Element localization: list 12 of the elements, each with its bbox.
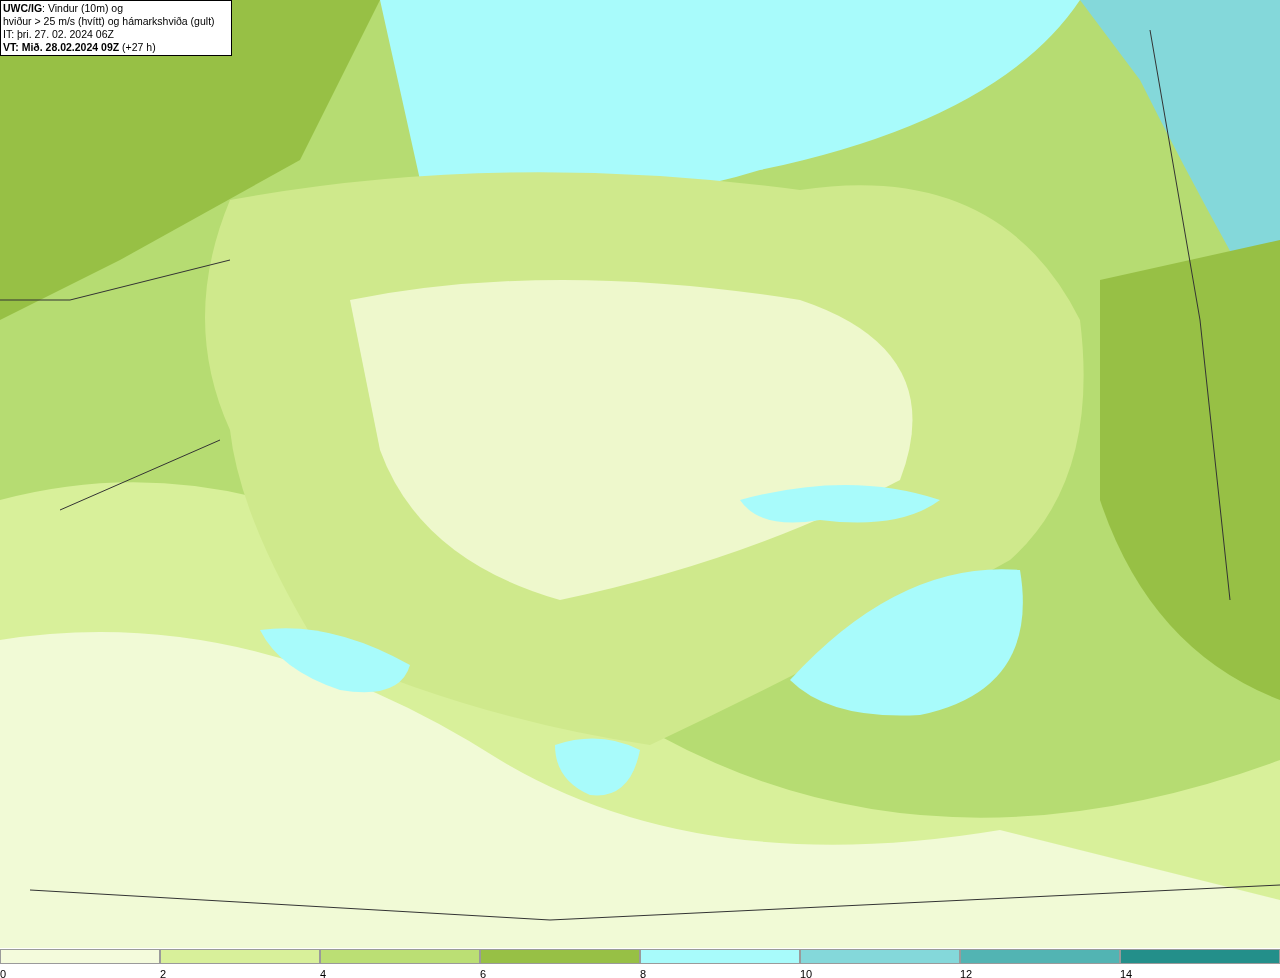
title-line: VT: Mið. 28.02.2024 09Z (+27 h) (3, 41, 157, 54)
title-line: IT: þri. 27. 02. 2024 06Z (3, 28, 115, 41)
legend-label: 8 (640, 968, 647, 978)
legend-label: 0 (0, 968, 7, 978)
title-line: UWC/IG: Vindur (10m) og (3, 2, 124, 15)
legend-label: 14 (1120, 968, 1133, 978)
legend-label: 10 (800, 968, 813, 978)
legend-label: 2 (160, 968, 167, 978)
legend-label: 4 (320, 968, 327, 978)
legend-label: 6 (480, 968, 487, 978)
title-line: hviður > 25 m/s (hvítt) og hámarkshviða (gult) (3, 15, 216, 28)
legend-label: 12 (960, 968, 973, 978)
